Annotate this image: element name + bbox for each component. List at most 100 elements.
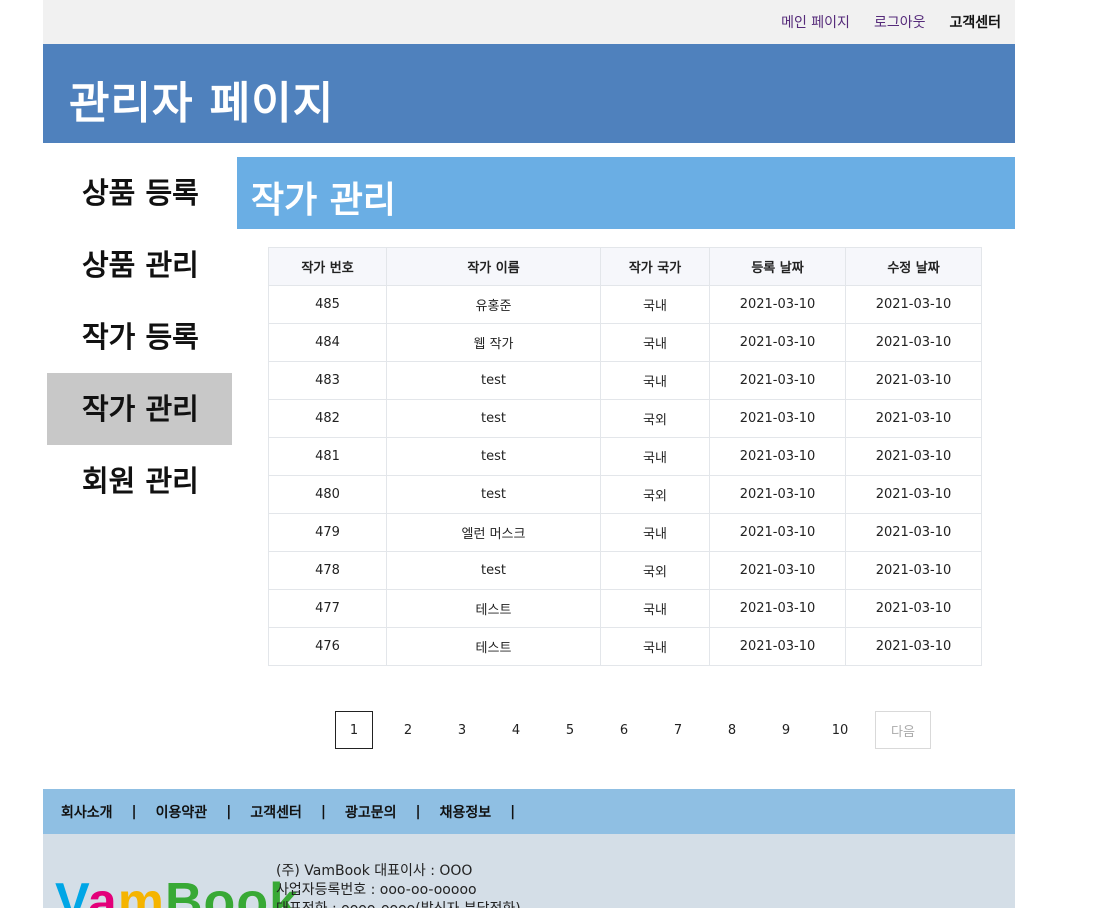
author-country-cell: 국외 [600,399,710,438]
section-title: 작가 관리 [251,180,397,221]
column-header-author-name: 작가 이름 [386,247,601,286]
page-button-7[interactable]: 7 [659,711,697,749]
reg-date-cell: 2021-03-10 [709,475,846,514]
author-country-cell: 국내 [600,323,710,362]
update-date-cell: 2021-03-10 [845,399,982,438]
author-country-cell: 국내 [600,589,710,628]
table-row[interactable]: 481 test 국내 2021-03-10 2021-03-10 [268,437,982,476]
logout-link[interactable]: 로그아웃 [874,12,926,32]
company-info-line: 사업자등록번호 : ooo-oo-ooooo [276,882,477,898]
table-header-row: 작가 번호 작가 이름 작가 국가 등록 날짜 수정 날짜 [268,247,982,286]
column-header-update-date: 수정 날짜 [845,247,982,286]
table-row[interactable]: 480 test 국외 2021-03-10 2021-03-10 [268,475,982,514]
table-row[interactable]: 476 테스트 국내 2021-03-10 2021-03-10 [268,627,982,666]
author-name-cell: 엘런 머스크 [386,513,601,552]
update-date-cell: 2021-03-10 [845,627,982,666]
update-date-cell: 2021-03-10 [845,513,982,552]
footer-link-terms[interactable]: 이용약관 [156,802,208,822]
section-header: 작가 관리 [237,157,1015,229]
footer-separator: | [320,803,326,820]
page-button-9[interactable]: 9 [767,711,805,749]
author-id-cell: 484 [268,323,387,362]
reg-date-cell: 2021-03-10 [709,627,846,666]
table-row[interactable]: 484 웹 작가 국내 2021-03-10 2021-03-10 [268,323,982,362]
author-name-cell: 웹 작가 [386,323,601,362]
update-date-cell: 2021-03-10 [845,285,982,324]
footer-link-company[interactable]: 회사소개 [61,802,113,822]
table-row[interactable]: 483 test 국내 2021-03-10 2021-03-10 [268,361,982,400]
footer-separator: | [510,803,516,820]
company-info-line: (주) VamBook 대표이사 : OOO [276,863,473,879]
column-header-reg-date: 등록 날짜 [709,247,846,286]
footer-link-support[interactable]: 고객센터 [250,802,302,822]
pagination: 1 2 3 4 5 6 7 8 9 10 다음 [335,711,931,749]
reg-date-cell: 2021-03-10 [709,323,846,362]
reg-date-cell: 2021-03-10 [709,399,846,438]
main-page-link[interactable]: 메인 페이지 [781,12,850,32]
author-id-cell: 485 [268,285,387,324]
sidebar-menu: 상품 등록 상품 관리 작가 등록 작가 관리 회원 관리 [47,157,232,517]
sidebar-item-product-register[interactable]: 상품 등록 [47,157,232,229]
table-row[interactable]: 477 테스트 국내 2021-03-10 2021-03-10 [268,589,982,628]
page-button-4[interactable]: 4 [497,711,535,749]
column-header-author-country: 작가 국가 [600,247,710,286]
top-links: 메인 페이지 로그아웃 고객센터 [781,12,1001,32]
update-date-cell: 2021-03-10 [845,323,982,362]
author-id-cell: 480 [268,475,387,514]
customer-center-link[interactable]: 고객센터 [949,12,1001,32]
footer-link-careers[interactable]: 채용정보 [440,802,492,822]
table-row[interactable]: 485 유홍준 국내 2021-03-10 2021-03-10 [268,285,982,324]
footer-link-ads[interactable]: 광고문의 [345,802,397,822]
next-page-button[interactable]: 다음 [875,711,931,749]
reg-date-cell: 2021-03-10 [709,285,846,324]
update-date-cell: 2021-03-10 [845,475,982,514]
company-info-line: 대표전화 : oooo-oooo(발신자 부담전화) [276,900,521,908]
page-button-3[interactable]: 3 [443,711,481,749]
author-name-cell: test [386,475,601,514]
reg-date-cell: 2021-03-10 [709,437,846,476]
author-id-cell: 482 [268,399,387,438]
footer-separator: | [226,803,232,820]
reg-date-cell: 2021-03-10 [709,589,846,628]
sidebar-item-member-manage[interactable]: 회원 관리 [47,445,232,517]
table-row[interactable]: 482 test 국외 2021-03-10 2021-03-10 [268,399,982,438]
page-button-2[interactable]: 2 [389,711,427,749]
author-country-cell: 국내 [600,285,710,324]
page-button-6[interactable]: 6 [605,711,643,749]
author-name-cell: test [386,399,601,438]
author-country-cell: 국내 [600,627,710,666]
author-country-cell: 국내 [600,513,710,552]
author-name-cell: test [386,551,601,590]
table-row[interactable]: 478 test 국외 2021-03-10 2021-03-10 [268,551,982,590]
author-name-cell: test [386,361,601,400]
author-name-cell: 유홍준 [386,285,601,324]
footer-nav: 회사소개 | 이용약관 | 고객센터 | 광고문의 | 채용정보 | [43,789,1015,834]
author-country-cell: 국내 [600,361,710,400]
page: 메인 페이지 로그아웃 고객센터 관리자 페이지 상품 등록 상품 관리 작가 … [43,0,1015,908]
sidebar-item-author-manage[interactable]: 작가 관리 [47,373,232,445]
page-button-8[interactable]: 8 [713,711,751,749]
author-name-cell: 테스트 [386,627,601,666]
table-row[interactable]: 479 엘런 머스크 국내 2021-03-10 2021-03-10 [268,513,982,552]
column-header-author-id: 작가 번호 [268,247,387,286]
author-id-cell: 478 [268,551,387,590]
reg-date-cell: 2021-03-10 [709,513,846,552]
footer-info: VamBook (주) VamBook 대표이사 : OOO 사업자등록번호 :… [43,834,1015,908]
page-button-10[interactable]: 10 [821,711,859,749]
author-id-cell: 483 [268,361,387,400]
update-date-cell: 2021-03-10 [845,361,982,400]
author-country-cell: 국내 [600,437,710,476]
vambook-logo: VamBook [55,873,299,908]
author-id-cell: 481 [268,437,387,476]
reg-date-cell: 2021-03-10 [709,361,846,400]
author-id-cell: 476 [268,627,387,666]
page-button-1[interactable]: 1 [335,711,373,749]
author-country-cell: 국외 [600,551,710,590]
company-info: (주) VamBook 대표이사 : OOO 사업자등록번호 : ooo-oo-… [276,862,521,908]
page-button-5[interactable]: 5 [551,711,589,749]
page-title: 관리자 페이지 [69,78,335,129]
author-id-cell: 479 [268,513,387,552]
author-table: 작가 번호 작가 이름 작가 국가 등록 날짜 수정 날짜 485 유홍준 국내 20… [268,247,982,666]
sidebar-item-author-register[interactable]: 작가 등록 [47,301,232,373]
sidebar-item-product-manage[interactable]: 상품 관리 [47,229,232,301]
